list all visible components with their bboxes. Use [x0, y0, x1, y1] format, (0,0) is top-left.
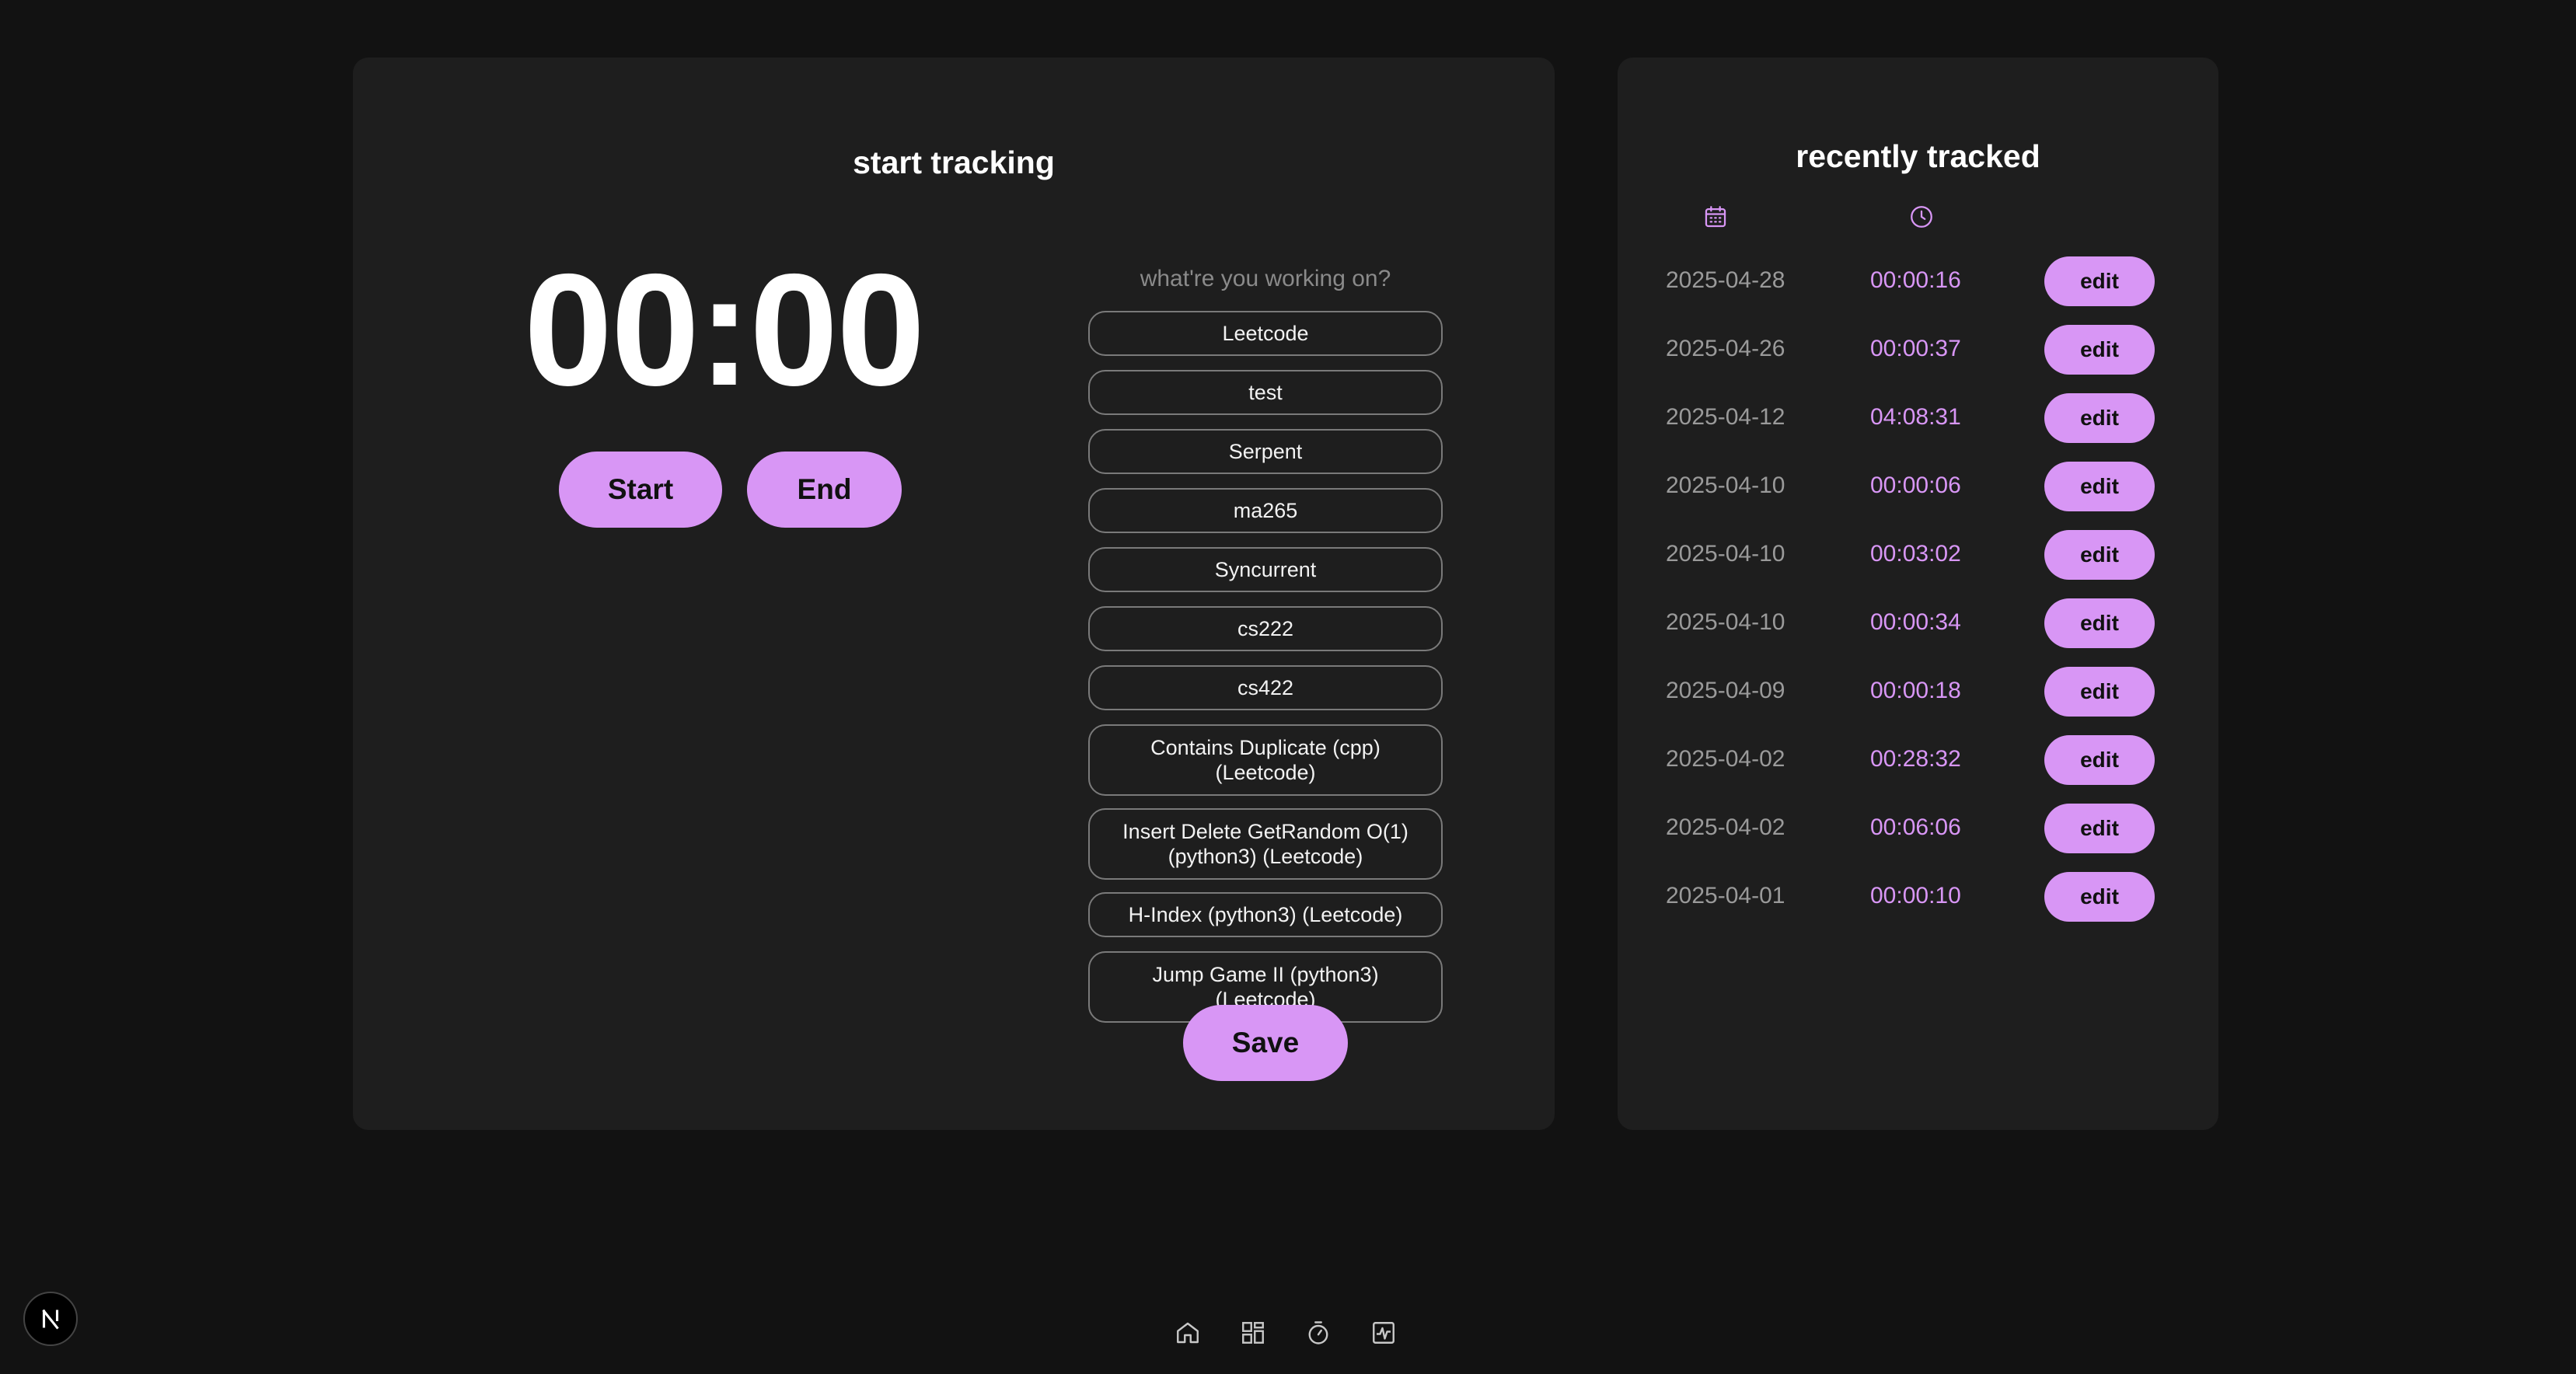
- entry-duration: 00:06:06: [1870, 814, 1961, 840]
- recent-entry-row: 2025-04-12 04:08:31 edit: [1618, 393, 2218, 443]
- next-logo-icon[interactable]: [23, 1292, 78, 1346]
- activity-icon[interactable]: [1366, 1315, 1401, 1351]
- project-option[interactable]: Leetcode: [1088, 311, 1443, 356]
- entry-date: 2025-04-10: [1666, 473, 1785, 498]
- entry-duration: 00:00:16: [1870, 267, 1961, 293]
- stopwatch-icon[interactable]: [1300, 1315, 1336, 1351]
- start-button[interactable]: Start: [559, 452, 722, 528]
- recent-entry-row: 2025-04-10 00:00:06 edit: [1618, 462, 2218, 511]
- project-option[interactable]: cs422: [1088, 665, 1443, 710]
- recent-title: recently tracked: [1796, 138, 2040, 174]
- save-button[interactable]: Save: [1183, 1005, 1348, 1081]
- entry-date: 2025-04-12: [1666, 404, 1785, 430]
- edit-entry-button[interactable]: edit: [2044, 393, 2155, 443]
- entry-date: 2025-04-02: [1666, 746, 1785, 772]
- project-option[interactable]: Syncurrent: [1088, 547, 1443, 592]
- entry-duration: 00:00:18: [1870, 678, 1961, 703]
- entry-date: 2025-04-10: [1666, 541, 1785, 567]
- end-button[interactable]: End: [747, 452, 902, 528]
- calendar-icon: [1705, 206, 1726, 228]
- project-option[interactable]: cs222: [1088, 606, 1443, 651]
- recent-entry-row: 2025-04-01 00:00:10 edit: [1618, 872, 2218, 922]
- bottom-nav: [1170, 1315, 1405, 1351]
- recent-entry-row: 2025-04-09 00:00:18 edit: [1618, 667, 2218, 717]
- entry-duration: 00:00:37: [1870, 336, 1961, 361]
- dashboard-icon[interactable]: [1235, 1315, 1271, 1351]
- edit-entry-button[interactable]: edit: [2044, 804, 2155, 853]
- edit-entry-button[interactable]: edit: [2044, 530, 2155, 580]
- project-option[interactable]: Serpent: [1088, 429, 1443, 474]
- entry-duration: 00:00:34: [1870, 609, 1961, 635]
- entry-duration: 00:28:32: [1870, 746, 1961, 772]
- project-option[interactable]: Insert Delete GetRandom O(1) (python3) (…: [1088, 808, 1443, 880]
- project-prompt: what're you working on?: [1140, 266, 1391, 291]
- entry-date: 2025-04-09: [1666, 678, 1785, 703]
- entry-duration: 00:00:06: [1870, 473, 1961, 498]
- entry-duration: 00:03:02: [1870, 541, 1961, 567]
- home-icon[interactable]: [1170, 1315, 1206, 1351]
- entry-duration: 00:00:10: [1870, 883, 1961, 908]
- entry-date: 2025-04-10: [1666, 609, 1785, 635]
- project-option[interactable]: Contains Duplicate (cpp) (Leetcode): [1088, 724, 1443, 796]
- edit-entry-button[interactable]: edit: [2044, 598, 2155, 648]
- project-option[interactable]: ma265: [1088, 488, 1443, 533]
- recent-entry-row: 2025-04-26 00:00:37 edit: [1618, 325, 2218, 375]
- entry-date: 2025-04-01: [1666, 883, 1785, 908]
- edit-entry-button[interactable]: edit: [2044, 735, 2155, 785]
- edit-entry-button[interactable]: edit: [2044, 462, 2155, 511]
- recent-entry-row: 2025-04-02 00:06:06 edit: [1618, 804, 2218, 853]
- entry-date: 2025-04-02: [1666, 814, 1785, 840]
- edit-entry-button[interactable]: edit: [2044, 872, 2155, 922]
- recent-entry-row: 2025-04-10 00:03:02 edit: [1618, 530, 2218, 580]
- recent-entry-row: 2025-04-02 00:28:32 edit: [1618, 735, 2218, 785]
- recent-panel: recently tracked 2025-04-28 00:00:16 edit 2…: [1618, 58, 2218, 1130]
- timer-display: 00:00: [524, 241, 925, 419]
- clock-icon: [1911, 206, 1932, 228]
- entry-duration: 04:08:31: [1870, 404, 1961, 430]
- recent-entry-row: 2025-04-10 00:00:34 edit: [1618, 598, 2218, 648]
- edit-entry-button[interactable]: edit: [2044, 667, 2155, 717]
- tracker-panel: start tracking 00:00 Start End what're y…: [353, 58, 1555, 1130]
- tracker-title: start tracking: [853, 145, 1055, 180]
- entry-date: 2025-04-28: [1666, 267, 1785, 293]
- project-option[interactable]: H-Index (python3) (Leetcode): [1088, 892, 1443, 937]
- project-option[interactable]: test: [1088, 370, 1443, 415]
- recent-entry-row: 2025-04-28 00:00:16 edit: [1618, 256, 2218, 306]
- entry-date: 2025-04-26: [1666, 336, 1785, 361]
- edit-entry-button[interactable]: edit: [2044, 325, 2155, 375]
- edit-entry-button[interactable]: edit: [2044, 256, 2155, 306]
